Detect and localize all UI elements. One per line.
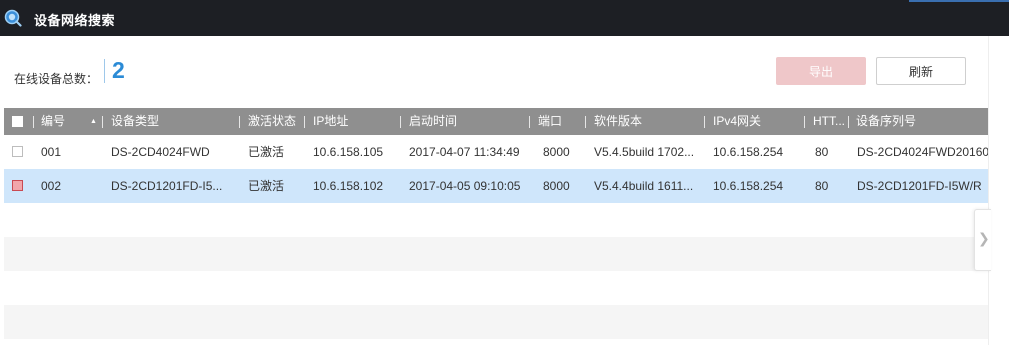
header-status[interactable]: 激活状态 <box>248 108 296 135</box>
header-http[interactable]: HTT... <box>813 108 845 135</box>
cell-serial: DS-2CD1201FD-I5W/R <box>857 179 982 193</box>
row-checkbox[interactable] <box>12 146 23 157</box>
cell-port: 8000 <box>543 145 570 159</box>
row-checkbox[interactable] <box>12 180 23 191</box>
cell-status: 已激活 <box>248 179 285 193</box>
header-serial[interactable]: 设备序列号 <box>856 108 916 135</box>
cell-start-time: 2017-04-05 09:10:05 <box>409 179 521 193</box>
empty-row <box>4 271 988 305</box>
side-panel <box>988 36 1009 345</box>
titlebar-accent <box>909 0 1009 2</box>
online-device-count: 2 <box>112 57 125 83</box>
title-bar: 设备网络搜索 <box>0 0 1009 36</box>
empty-row <box>4 203 988 237</box>
side-panel-toggle[interactable]: ❯ <box>974 209 991 271</box>
header-separator <box>239 116 240 128</box>
header-separator <box>848 116 849 128</box>
header-separator <box>304 116 305 128</box>
empty-row <box>4 305 988 339</box>
select-all-checkbox[interactable] <box>12 116 23 127</box>
header-port[interactable]: 端口 <box>538 108 562 135</box>
cell-ip: 10.6.158.102 <box>313 179 384 193</box>
header-software[interactable]: 软件版本 <box>594 108 642 135</box>
cell-serial: DS-2CD4024FWD20160 <box>857 145 988 159</box>
header-separator <box>529 116 530 128</box>
count-divider <box>104 59 105 83</box>
cell-http: 80 <box>815 145 829 159</box>
table-row[interactable]: 002 DS-2CD1201FD-I5... 已激活 10.6.158.102 … <box>4 169 988 203</box>
cell-software: V5.4.5build 1702... <box>594 145 695 159</box>
cell-no: 002 <box>41 179 62 193</box>
export-button[interactable]: 导出 <box>776 57 866 85</box>
online-device-count-label: 在线设备总数： <box>14 72 99 86</box>
header-ip[interactable]: IP地址 <box>313 108 348 135</box>
refresh-button[interactable]: 刷新 <box>876 57 966 85</box>
cell-software: V5.4.4build 1611... <box>594 179 694 193</box>
cell-port: 8000 <box>543 179 570 193</box>
header-separator <box>102 116 103 128</box>
sort-ascending-icon[interactable]: ▲ <box>90 108 97 135</box>
header-start-time[interactable]: 启动时间 <box>409 108 457 135</box>
table-row[interactable]: 001 DS-2CD4024FWD 已激活 10.6.158.105 2017-… <box>4 135 988 169</box>
header-separator <box>585 116 586 128</box>
cell-http: 80 <box>815 179 829 193</box>
header-separator <box>804 116 805 128</box>
device-table: 编号 ▲ 设备类型 激活状态 IP地址 启动时间 端口 软件版本 IPv4网关 … <box>4 108 988 339</box>
header-gateway[interactable]: IPv4网关 <box>713 108 761 135</box>
cell-no: 001 <box>41 145 62 159</box>
header-no[interactable]: 编号 <box>41 108 65 135</box>
cell-gateway: 10.6.158.254 <box>713 179 784 193</box>
cell-gateway: 10.6.158.254 <box>713 145 784 159</box>
search-globe-icon <box>4 9 22 27</box>
empty-row <box>4 237 988 271</box>
cell-start-time: 2017-04-07 11:34:49 <box>409 145 520 159</box>
cell-ip: 10.6.158.105 <box>313 145 384 159</box>
table-header: 编号 ▲ 设备类型 激活状态 IP地址 启动时间 端口 软件版本 IPv4网关 … <box>4 108 988 135</box>
window-title: 设备网络搜索 <box>34 13 116 28</box>
cell-status: 已激活 <box>248 145 285 159</box>
header-separator <box>704 116 705 128</box>
chevron-right-icon: ❯ <box>978 230 990 246</box>
header-type[interactable]: 设备类型 <box>111 108 159 135</box>
header-separator <box>33 116 34 128</box>
cell-type: DS-2CD1201FD-I5... <box>111 179 223 193</box>
header-separator <box>400 116 401 128</box>
cell-type: DS-2CD4024FWD <box>111 145 210 159</box>
